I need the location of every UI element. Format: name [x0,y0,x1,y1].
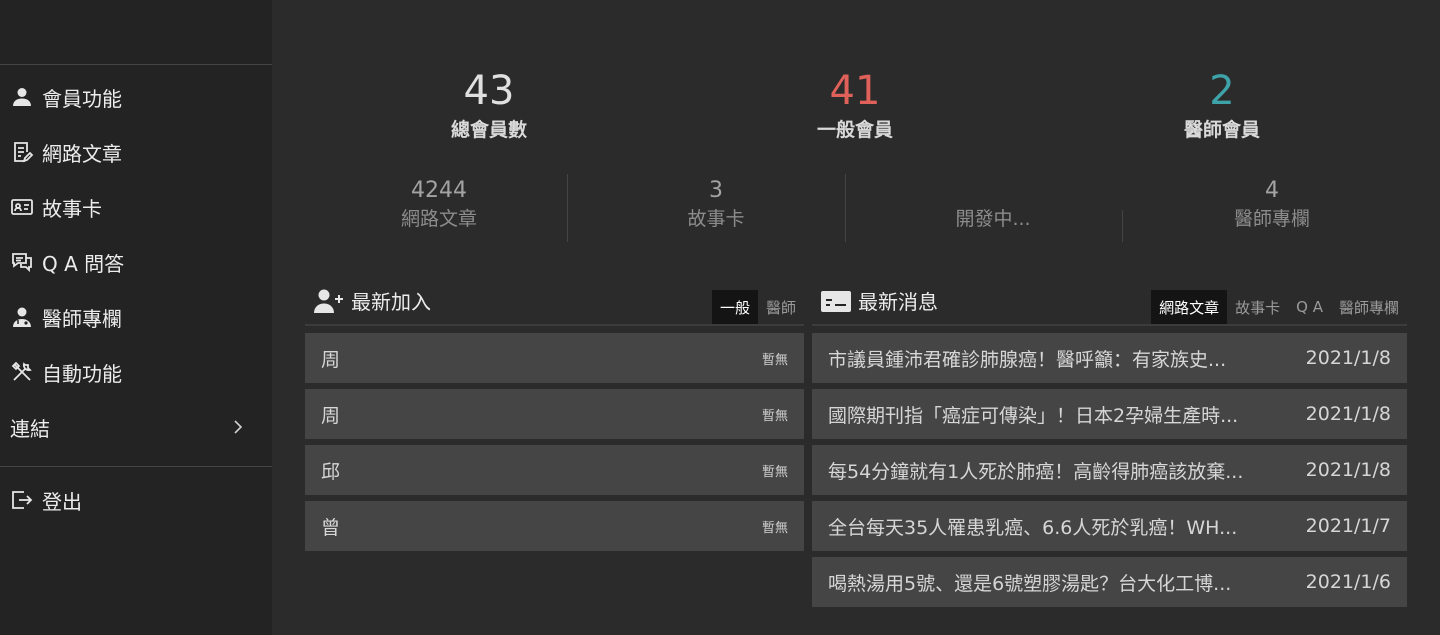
total-members-value: 43 [463,68,515,114]
tab-doctor[interactable]: 醫師 [758,290,804,324]
sidebar-item-label: 醫師專欄 [42,306,122,331]
id-card-icon [10,195,36,219]
latest-news-title-text: 最新消息 [858,290,938,314]
latest-members-title-text: 最新加入 [351,290,431,314]
news-date: 2021/1/8 [1305,403,1391,425]
story-cards-count-stat: 3 故事卡 [616,176,816,232]
news-date: 2021/1/6 [1305,571,1391,593]
sidebar-item-articles[interactable]: 網路文章 [0,132,272,172]
latest-members-header: 最新加入 一般 醫師 [305,284,804,326]
member-row[interactable]: 邱 暫無 [305,445,804,495]
doctor-members-label: 醫師會員 [1183,119,1260,141]
articles-count-label: 網路文章 [400,208,477,230]
sidebar-item-members[interactable]: 會員功能 [0,77,272,117]
news-title: 市議員鍾沛君確診肺腺癌！醫呼籲：有家族史... [828,348,1227,371]
articles-count-stat: 4244 網路文章 [339,176,539,232]
doctor-column-count-value: 4 [1265,178,1279,203]
sidebar-divider [0,466,272,467]
general-members-label: 一般會員 [816,119,893,141]
sidebar-item-label: Q A 問答 [42,251,125,276]
news-row[interactable]: 每54分鐘就有1人死於肺癌！高齡得肺癌該放棄... 2021/1/8 [812,445,1407,495]
sidebar-item-doctor-column[interactable]: 醫師專欄 [0,297,272,337]
latest-members-title: 最新加入 [313,286,431,315]
sidebar-item-label: 會員功能 [42,86,122,111]
articles-count-value: 4244 [411,178,467,203]
stat-divider [1122,210,1123,242]
tools-icon [10,360,36,384]
in-development-stat: 開發中... [893,176,1093,232]
document-edit-icon [10,140,36,164]
sidebar-item-label: 自動功能 [42,361,122,386]
news-row[interactable]: 全台每天35人罹患乳癌、6.6人死於乳癌！WH... 2021/1/7 [812,501,1407,551]
total-members-label: 總會員數 [450,119,527,141]
sidebar-item-label: 網路文章 [42,141,122,166]
member-name: 邱 [321,460,341,483]
in-development-label: 開發中... [955,208,1031,230]
story-cards-count-value: 3 [709,178,723,203]
news-type-tabs: 網路文章 故事卡 Q A 醫師專欄 [1151,290,1407,324]
dashboard-main: 43 總會員數 41 一般會員 2 醫師會員 4244 網路文章 3 故事卡 開… [272,0,1440,635]
member-tag: 暫無 [761,352,788,368]
news-date: 2021/1/8 [1305,347,1391,369]
tab-story-cards[interactable]: 故事卡 [1227,290,1288,324]
news-row[interactable]: 國際期刊指「癌症可傳染」！日本2孕婦生產時... 2021/1/8 [812,389,1407,439]
member-tag: 暫無 [761,408,788,424]
member-name: 周 [321,348,341,371]
news-date: 2021/1/7 [1305,515,1391,537]
sidebar: 會員功能 網路文章 故事卡 Q A 問答 醫師專欄 自動功能 連結 登出 [0,0,272,635]
sidebar-divider [0,64,272,65]
tab-doctor-column[interactable]: 醫師專欄 [1331,290,1407,324]
tab-articles[interactable]: 網路文章 [1151,290,1228,324]
user-icon [10,85,36,109]
chevron-right-icon [226,415,250,439]
tab-qa[interactable]: Q A [1288,290,1331,324]
sidebar-item-label: 連結 [10,416,50,441]
news-row[interactable]: 市議員鍾沛君確診肺腺癌！醫呼籲：有家族史... 2021/1/8 [812,333,1407,383]
logout-label: 登出 [42,489,82,514]
tab-general[interactable]: 一般 [711,290,758,324]
news-title: 全台每天35人罹患乳癌、6.6人死於乳癌！WH... [828,516,1238,539]
member-row[interactable]: 曾 暫無 [305,501,804,551]
news-row[interactable]: 喝熱湯用5號、還是6號塑膠湯匙？台大化工博... 2021/1/6 [812,557,1407,607]
member-tag: 暫無 [761,520,788,536]
doctor-icon [10,305,36,329]
general-members-stat: 41 一般會員 [755,66,955,144]
member-name: 曾 [321,516,341,539]
doctor-column-count-stat: 4 醫師專欄 [1172,176,1372,232]
member-name: 周 [321,404,341,427]
doctor-column-count-label: 醫師專欄 [1233,208,1310,230]
sidebar-item-qa[interactable]: Q A 問答 [0,242,272,282]
member-row[interactable]: 周 暫無 [305,333,804,383]
chat-bubbles-icon [10,250,36,274]
stat-divider [567,174,568,242]
member-tag: 暫無 [761,464,788,480]
sidebar-item-story-cards[interactable]: 故事卡 [0,187,272,227]
doctor-members-stat: 2 醫師會員 [1122,66,1322,144]
sidebar-item-label: 故事卡 [42,196,102,221]
latest-news-title: 最新消息 [820,286,938,315]
news-title: 國際期刊指「癌症可傳染」！日本2孕婦生產時... [828,404,1239,427]
latest-news-header: 最新消息 網路文章 故事卡 Q A 醫師專欄 [812,284,1407,326]
total-members-stat: 43 總會員數 [389,66,589,144]
logout-button[interactable]: 登出 [0,480,272,520]
in-development-value [893,176,1093,206]
user-add-icon [314,289,343,313]
doctor-members-value: 2 [1209,68,1235,114]
news-title: 喝熱湯用5號、還是6號塑膠湯匙？台大化工博... [828,572,1232,595]
member-type-tabs: 一般 醫師 [711,290,804,324]
stat-divider [845,174,846,242]
general-members-value: 41 [829,68,881,114]
news-card-icon [821,290,851,312]
news-title: 每54分鐘就有1人死於肺癌！高齡得肺癌該放棄... [828,460,1244,483]
member-row[interactable]: 周 暫無 [305,389,804,439]
story-cards-count-label: 故事卡 [687,208,745,230]
news-date: 2021/1/8 [1305,459,1391,481]
sidebar-item-automation[interactable]: 自動功能 [0,352,272,392]
logout-icon [10,488,36,512]
sidebar-item-links[interactable]: 連結 [0,407,272,447]
